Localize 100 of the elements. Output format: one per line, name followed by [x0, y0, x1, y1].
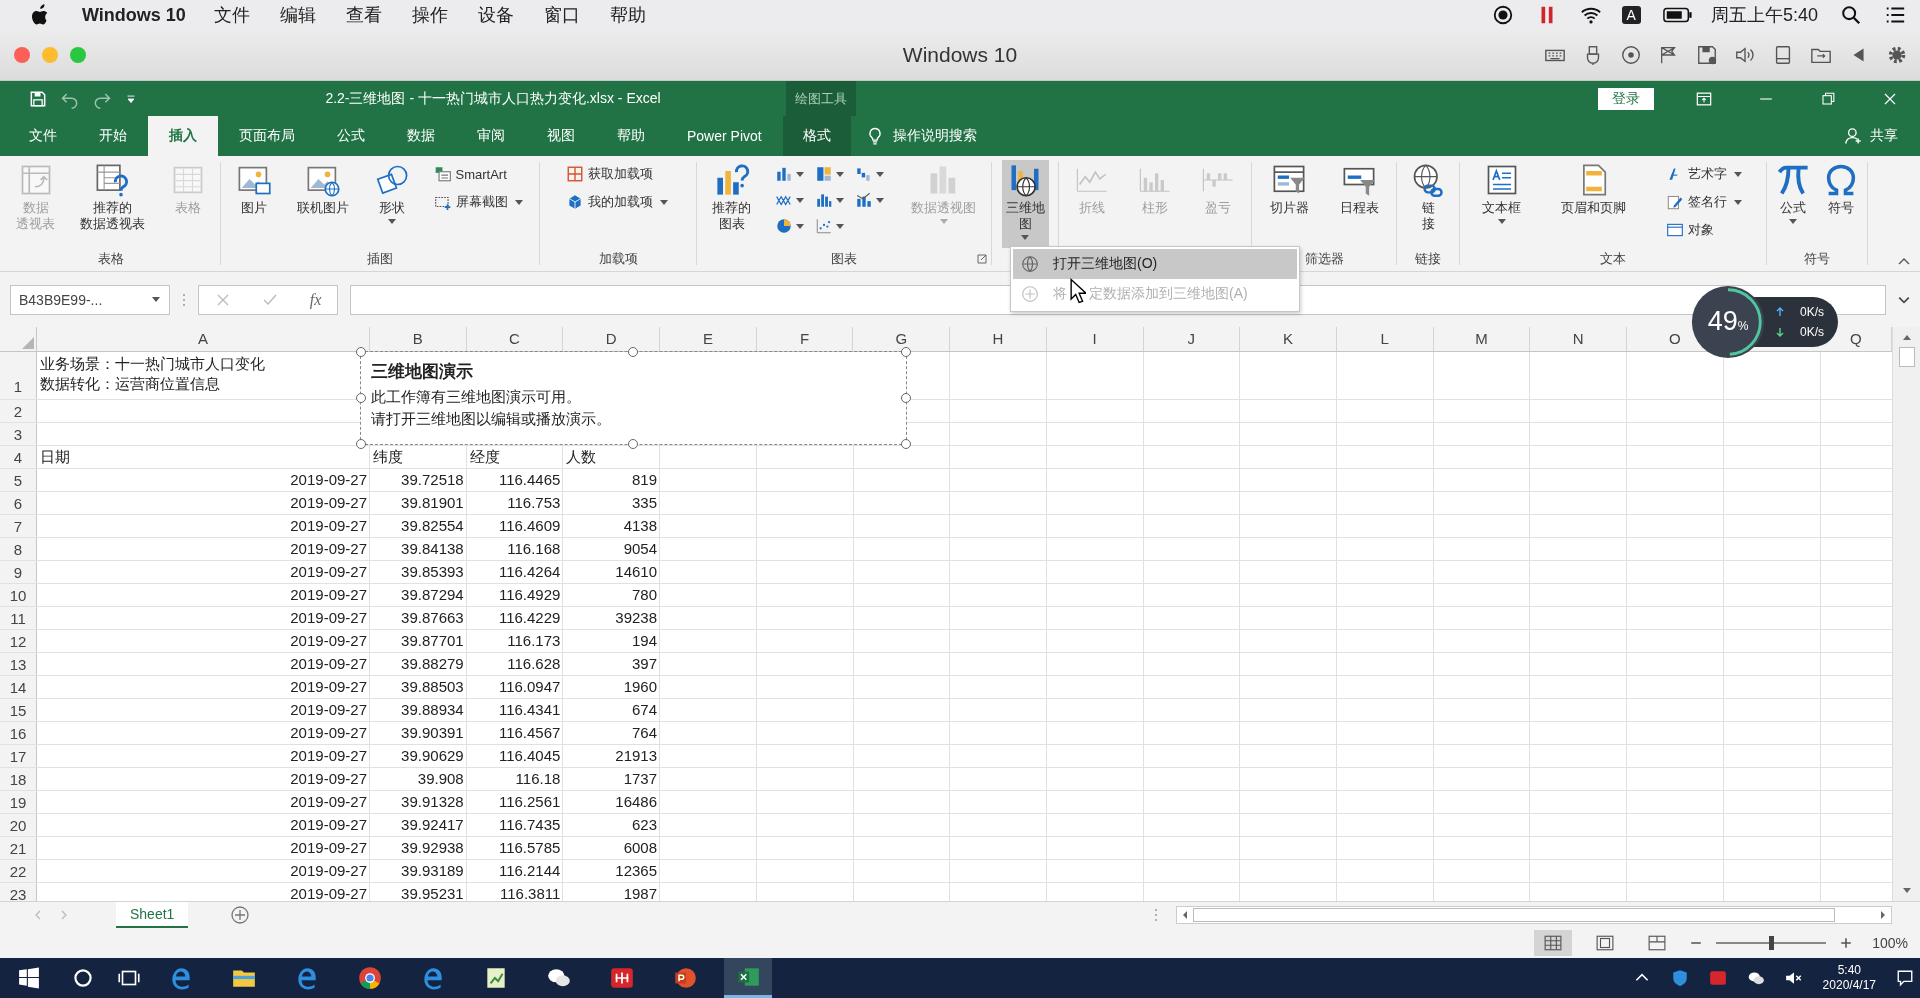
- taskbar-clock[interactable]: 5:40 2020/4/17: [1822, 963, 1876, 993]
- scroll-down-icon[interactable]: [1901, 887, 1912, 895]
- ribbon-button[interactable]: 图片: [231, 160, 276, 248]
- name-box[interactable]: B43B9E99-...: [10, 284, 170, 315]
- collapse-ribbon-icon[interactable]: [1898, 257, 1910, 265]
- row-header[interactable]: 21: [0, 837, 37, 859]
- row-header[interactable]: 22: [0, 860, 37, 882]
- row-header[interactable]: 10: [0, 584, 37, 606]
- menu-item[interactable]: 操作: [411, 3, 448, 27]
- zoom-slider[interactable]: [1716, 935, 1827, 951]
- zoom-level[interactable]: 100%: [1872, 935, 1908, 951]
- column-header[interactable]: J: [1143, 327, 1241, 351]
- insert-function-button[interactable]: fx: [309, 290, 322, 309]
- column-header[interactable]: K: [1240, 327, 1337, 351]
- expand-icon[interactable]: [1898, 295, 1910, 304]
- speaker-icon[interactable]: [1734, 44, 1756, 66]
- scrollbar-thumb[interactable]: [1193, 908, 1835, 922]
- resize-handle[interactable]: [356, 347, 366, 357]
- ribbon-button[interactable]: 公式: [1771, 160, 1815, 248]
- windows-start-icon[interactable]: [18, 967, 40, 989]
- resize-handle[interactable]: [356, 439, 366, 449]
- resize-handle[interactable]: [628, 347, 638, 357]
- share-button[interactable]: 共享: [1844, 116, 1898, 156]
- ribbon-tab[interactable]: 文件: [8, 116, 78, 156]
- app-menu[interactable]: Windows 10: [82, 4, 186, 26]
- ribbon-button[interactable]: 形状: [369, 160, 414, 248]
- column-header[interactable]: I: [1046, 327, 1144, 351]
- search-icon[interactable]: [1840, 4, 1862, 26]
- menu-item[interactable]: 窗口: [543, 3, 580, 27]
- shield-icon[interactable]: [1670, 969, 1689, 987]
- row-header[interactable]: 5: [0, 469, 37, 491]
- input-source-badge[interactable]: A: [1621, 6, 1641, 24]
- apple-icon[interactable]: [30, 3, 50, 27]
- ribbon-button[interactable]: 推荐的 数据透视表: [76, 160, 149, 248]
- usage-gauge-tooltip[interactable]: 49%: [1690, 284, 1766, 360]
- sheet-tab[interactable]: Sheet1: [116, 902, 189, 928]
- ribbon-button[interactable]: 签名行: [1662, 190, 1748, 214]
- horizontal-scrollbar[interactable]: [1176, 906, 1892, 924]
- ribbon-button[interactable]: 艺术字: [1662, 162, 1748, 186]
- ribbon-button[interactable]: 联机图片: [292, 160, 353, 248]
- resize-handle[interactable]: [356, 393, 366, 403]
- record-icon[interactable]: [1491, 4, 1514, 26]
- row-header[interactable]: 6: [0, 492, 37, 514]
- scroll-left-icon[interactable]: [1181, 910, 1189, 920]
- ribbon-button[interactable]: 切片器: [1265, 160, 1313, 248]
- row-header[interactable]: 4: [0, 446, 37, 468]
- menu-clock[interactable]: 周五上午5:40: [1710, 3, 1818, 27]
- ribbon-tab[interactable]: 数据: [386, 116, 456, 156]
- new-sheet-icon[interactable]: [230, 905, 251, 925]
- ribbon-button[interactable]: 对象: [1662, 218, 1748, 242]
- row-header[interactable]: 12: [0, 630, 37, 652]
- menu-item[interactable]: 编辑: [279, 3, 316, 27]
- row-header[interactable]: 23: [0, 883, 37, 901]
- disc-icon[interactable]: [1620, 44, 1642, 66]
- row-header[interactable]: 17: [0, 745, 37, 767]
- resize-handle[interactable]: [901, 393, 911, 403]
- row-header[interactable]: 11: [0, 607, 37, 629]
- row-header[interactable]: 2: [0, 400, 37, 422]
- menu-item[interactable]: 文件: [213, 3, 250, 27]
- row-header[interactable]: 13: [0, 653, 37, 675]
- tell-me-field[interactable]: 操作说明搜索: [864, 116, 977, 156]
- ribbon-tab[interactable]: 审阅: [456, 116, 526, 156]
- menu-item[interactable]: 打开三维地图(O): [1013, 249, 1297, 279]
- row-header[interactable]: 20: [0, 814, 37, 836]
- row-header[interactable]: 7: [0, 515, 37, 537]
- column-header[interactable]: L: [1336, 327, 1434, 351]
- notification-icon[interactable]: [1896, 969, 1914, 987]
- ribbon-button[interactable]: 屏幕截图: [430, 190, 529, 214]
- resize-handle[interactable]: [901, 439, 911, 449]
- menu-item[interactable]: 查看: [345, 3, 382, 27]
- row-header[interactable]: 15: [0, 699, 37, 721]
- ribbon-button[interactable]: 三维地 图: [1001, 160, 1049, 248]
- ribbon-tab[interactable]: 视图: [526, 116, 596, 156]
- column-header[interactable]: H: [950, 327, 1047, 351]
- zoom-in-icon[interactable]: [1840, 937, 1853, 949]
- zoom-slider-thumb[interactable]: [1769, 936, 1775, 950]
- ribbon-button[interactable]: 推荐的 图表: [708, 160, 755, 248]
- row-header[interactable]: 9: [0, 561, 37, 583]
- ribbon-tab[interactable]: 公式: [316, 116, 386, 156]
- ribbon-button[interactable]: 获取加载项: [562, 162, 674, 186]
- resize-handle[interactable]: [901, 347, 911, 357]
- ribbon-button[interactable]: SmartArt: [430, 162, 529, 186]
- ribbon-tab[interactable]: 格式: [782, 116, 851, 156]
- ribbon-button[interactable]: 页眉和页脚: [1557, 160, 1631, 248]
- ribbon-button[interactable]: 链 接: [1406, 160, 1450, 248]
- dialog-launcher-icon[interactable]: [977, 254, 987, 264]
- menu-item[interactable]: 帮助: [609, 3, 646, 27]
- sign-in-button[interactable]: 登录: [1598, 87, 1654, 110]
- row-header[interactable]: 3: [0, 423, 37, 445]
- menu-item[interactable]: 设备: [477, 3, 514, 27]
- ribbon-tab[interactable]: 页面布局: [218, 116, 316, 156]
- row-header[interactable]: 1: [0, 352, 37, 399]
- normal-view-button[interactable]: [1534, 930, 1573, 956]
- ribbon-tab[interactable]: 插入: [148, 116, 218, 156]
- ribbon-button[interactable]: 日程表: [1335, 160, 1383, 248]
- row-header[interactable]: 14: [0, 676, 37, 698]
- ribbon-tab[interactable]: 开始: [78, 116, 148, 156]
- ribbon-tab[interactable]: Power Pivot: [666, 116, 783, 156]
- settings-icon[interactable]: [1886, 44, 1908, 66]
- floppy-icon[interactable]: [1696, 44, 1718, 66]
